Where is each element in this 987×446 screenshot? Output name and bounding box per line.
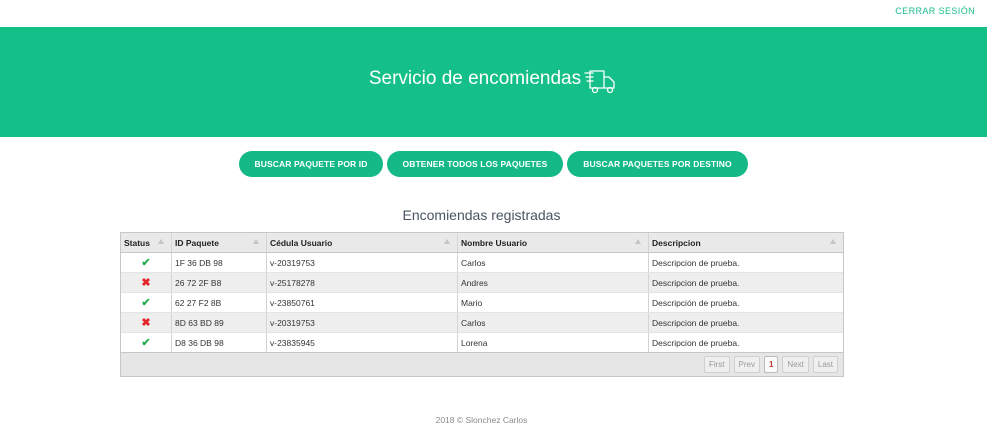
id-cell: 1F 36 DB 98 (172, 253, 267, 272)
column-header-status[interactable]: Status (121, 233, 172, 252)
column-label: Cédula Usuario (270, 237, 333, 248)
id-cell: 8D 63 BD 89 (172, 313, 267, 332)
search-by-id-button[interactable]: BUSCAR PAQUETE POR ID (239, 151, 383, 177)
get-all-packages-button[interactable]: OBTENER TODOS LOS PAQUETES (387, 151, 563, 177)
next-page-button[interactable]: Next (782, 356, 809, 373)
sort-arrow-icon (830, 239, 836, 244)
first-page-button[interactable]: First (703, 356, 730, 373)
status-cell: ✖ (121, 273, 172, 292)
table-row[interactable]: ✖ 26 72 2F B8 v-25178278 Andres Descripc… (121, 273, 843, 293)
last-page-button[interactable]: Last (812, 356, 838, 373)
table-row[interactable]: ✔ D8 36 DB 98 v-23835945 Lorena Descripc… (121, 333, 843, 352)
check-icon: ✔ (141, 337, 151, 349)
column-header-descripcion[interactable]: Descripcion (649, 233, 843, 252)
hero-title-wrap: Servicio de encomiendas (369, 63, 618, 95)
descripcion-cell: Descripcion de prueba. (652, 337, 740, 348)
sort-arrow-icon (253, 239, 259, 244)
status-cell: ✔ (121, 253, 172, 272)
check-icon: ✔ (141, 257, 151, 269)
id-cell: D8 36 DB 98 (172, 333, 267, 352)
id-cell: 62 27 F2 8B (172, 293, 267, 312)
footer-text: 2018 © Slonchez Carlos (435, 415, 528, 425)
nombre-cell: Andres (458, 273, 649, 292)
column-label: Status (124, 237, 150, 248)
nombre-cell: Lorena (458, 333, 649, 352)
check-icon: ✔ (141, 297, 151, 309)
sort-arrow-icon (444, 239, 450, 244)
packages-table: Status ID Paquete Cédula Usuario Nombre … (120, 232, 844, 377)
cedula-cell: v-23850761 (267, 293, 458, 312)
nombre-cell: Carlos (458, 253, 649, 272)
column-label: ID Paquete (175, 237, 219, 248)
sort-arrow-icon (635, 239, 641, 244)
pagination: First Prev 1 Next Last (121, 352, 843, 376)
table-row[interactable]: ✖ 8D 63 BD 89 v-20319753 Carlos Descripc… (121, 313, 843, 333)
nombre-cell: Mario (458, 293, 649, 312)
descripcion-cell: Descripcion de prueba. (652, 317, 740, 328)
status-cell: ✔ (121, 333, 172, 352)
logout-link[interactable]: CERRAR SESIÓN (895, 6, 975, 16)
cedula-cell: v-20319753 (267, 253, 458, 272)
descripcion-cell: Descripcion de prueba. (652, 277, 740, 288)
table-header-row: Status ID Paquete Cédula Usuario Nombre … (121, 233, 843, 253)
sort-arrow-icon (158, 239, 164, 244)
hero-banner: Servicio de encomiendas (0, 27, 987, 137)
table-row[interactable]: ✔ 1F 36 DB 98 v-20319753 Carlos Descripc… (121, 253, 843, 273)
action-buttons: BUSCAR PAQUETE POR ID OBTENER TODOS LOS … (0, 151, 987, 177)
column-label: Nombre Usuario (461, 237, 528, 248)
nombre-cell: Carlos (458, 313, 649, 332)
status-cell: ✔ (121, 293, 172, 312)
page-title: Servicio de encomiendas (368, 68, 582, 89)
descripcion-cell: Descripcion de prueba. (652, 257, 740, 268)
cross-icon: ✖ (141, 277, 151, 289)
status-cell: ✖ (121, 313, 172, 332)
column-header-nombre[interactable]: Nombre Usuario (458, 233, 649, 252)
cross-icon: ✖ (141, 317, 151, 329)
top-bar: CERRAR SESIÓN (0, 0, 987, 27)
cedula-cell: v-23835945 (267, 333, 458, 352)
column-label: Descripcion (652, 237, 701, 248)
table-title: Encomiendas registradas (402, 207, 561, 223)
cedula-cell: v-20319753 (267, 313, 458, 332)
current-page-button[interactable]: 1 (763, 356, 779, 373)
id-cell: 26 72 2F B8 (172, 273, 267, 292)
descripcion-cell: Descripción de prueba. (652, 297, 740, 308)
column-header-id[interactable]: ID Paquete (172, 233, 267, 252)
column-header-cedula[interactable]: Cédula Usuario (267, 233, 458, 252)
cedula-cell: v-25178278 (267, 273, 458, 292)
delivery-truck-icon (584, 70, 615, 94)
table-row[interactable]: ✔ 62 27 F2 8B v-23850761 Mario Descripci… (121, 293, 843, 313)
search-by-destination-button[interactable]: BUSCAR PAQUETES POR DESTINO (567, 151, 748, 177)
prev-page-button[interactable]: Prev (733, 356, 760, 373)
